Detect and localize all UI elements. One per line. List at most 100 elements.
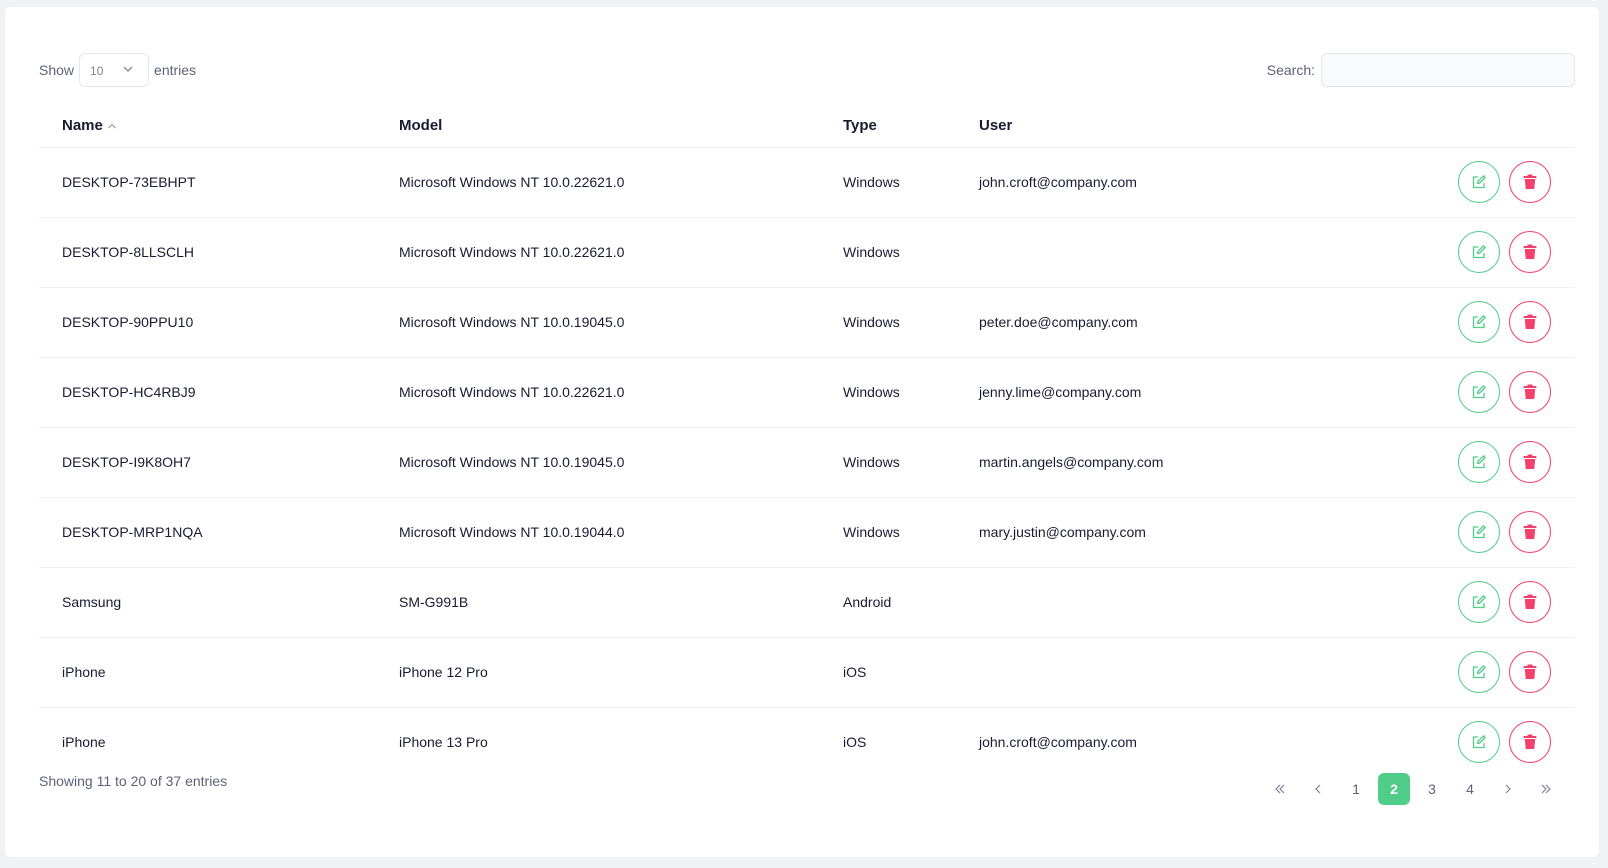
edit-icon bbox=[1472, 595, 1486, 609]
table-row: DESKTOP-I9K8OH7 Microsoft Windows NT 10.0… bbox=[39, 427, 1575, 498]
device-type-cell: Windows bbox=[843, 147, 979, 218]
edit-icon bbox=[1472, 385, 1486, 399]
device-model-cell: iPhone 13 Pro bbox=[399, 734, 488, 751]
double-chevron-left-icon bbox=[1275, 784, 1285, 794]
delete-button[interactable] bbox=[1509, 441, 1551, 483]
device-user-cell bbox=[979, 567, 1399, 638]
page-button-4[interactable]: 4 bbox=[1454, 773, 1486, 805]
device-name-cell: DESKTOP-HC4RBJ9 bbox=[39, 357, 399, 428]
device-name-cell: iPhone bbox=[39, 637, 399, 708]
device-model-cell: Microsoft Windows NT 10.0.22621.0 bbox=[399, 147, 843, 218]
edit-button[interactable] bbox=[1458, 581, 1500, 623]
row-actions bbox=[1399, 637, 1575, 708]
trash-icon bbox=[1523, 524, 1537, 539]
device-name-cell: DESKTOP-73EBHPT bbox=[39, 147, 399, 218]
device-type-cell: Windows bbox=[843, 357, 979, 428]
device-type-cell: Windows bbox=[843, 497, 979, 568]
edit-icon bbox=[1472, 525, 1486, 539]
page-length-value: 10 bbox=[90, 64, 104, 78]
device-user-cell bbox=[979, 637, 1399, 708]
device-type-cell: iOS bbox=[843, 734, 867, 751]
table-row: DESKTOP-90PPU10 Microsoft Windows NT 10.0… bbox=[39, 287, 1575, 358]
trash-icon bbox=[1523, 664, 1537, 679]
delete-button[interactable] bbox=[1509, 651, 1551, 693]
length-prefix: Show bbox=[39, 62, 75, 78]
delete-button[interactable] bbox=[1509, 371, 1551, 413]
edit-icon bbox=[1472, 735, 1486, 749]
column-header-type[interactable]: Type bbox=[843, 105, 979, 148]
table-info: Showing 11 to 20 of 37 entries bbox=[39, 773, 228, 789]
edit-button[interactable] bbox=[1458, 231, 1500, 273]
last-page-button[interactable] bbox=[1530, 773, 1562, 805]
page-length-select[interactable]: 10 bbox=[79, 53, 150, 87]
row-actions bbox=[1399, 707, 1575, 777]
devices-table: Name Model Type User DESKTOP-73EBHPT Micr… bbox=[39, 105, 1575, 777]
column-header-name[interactable]: Name bbox=[39, 105, 399, 148]
device-model-cell: iPhone 12 Pro bbox=[399, 637, 843, 708]
first-page-button[interactable] bbox=[1264, 773, 1296, 805]
row-actions bbox=[1399, 147, 1575, 218]
device-name-cell: Samsung bbox=[39, 567, 399, 638]
delete-button[interactable] bbox=[1509, 301, 1551, 343]
delete-button[interactable] bbox=[1509, 231, 1551, 273]
row-actions bbox=[1399, 497, 1575, 568]
device-model-cell: SM-G991B bbox=[399, 567, 843, 638]
trash-icon bbox=[1523, 454, 1537, 469]
trash-icon bbox=[1523, 594, 1537, 609]
edit-icon bbox=[1472, 245, 1486, 259]
chevron-left-icon bbox=[1315, 784, 1321, 794]
sort-asc-icon bbox=[107, 123, 116, 129]
edit-button[interactable] bbox=[1458, 161, 1500, 203]
device-user-cell: john.croft@company.com bbox=[979, 147, 1399, 218]
chevron-right-icon bbox=[1505, 784, 1511, 794]
device-name-cell: DESKTOP-I9K8OH7 bbox=[39, 427, 399, 498]
edit-icon bbox=[1472, 665, 1486, 679]
devices-card: Show 10 entries Search: Name Model Type … bbox=[5, 7, 1599, 857]
page-button-3[interactable]: 3 bbox=[1416, 773, 1448, 805]
row-actions bbox=[1399, 567, 1575, 638]
edit-button[interactable] bbox=[1458, 721, 1500, 764]
table-row: iPhone iPhone 13 Pro iOS john.croft@company… bbox=[39, 707, 1575, 777]
row-actions bbox=[1399, 287, 1575, 358]
next-page-button[interactable] bbox=[1492, 773, 1524, 805]
device-user-cell: jenny.lime@company.com bbox=[979, 357, 1399, 428]
device-type-cell: iOS bbox=[843, 637, 979, 708]
edit-button[interactable] bbox=[1458, 301, 1500, 343]
delete-button[interactable] bbox=[1509, 721, 1551, 764]
table-row: iPhone iPhone 12 Pro iOS bbox=[39, 637, 1575, 708]
row-actions bbox=[1399, 357, 1575, 428]
device-name-cell: DESKTOP-8LLSCLH bbox=[39, 217, 399, 288]
row-actions bbox=[1399, 217, 1575, 288]
edit-button[interactable] bbox=[1458, 511, 1500, 553]
device-user-cell: martin.angels@company.com bbox=[979, 427, 1399, 498]
device-type-cell: Android bbox=[843, 567, 979, 638]
device-type-cell: Windows bbox=[843, 217, 979, 288]
search-label: Search: bbox=[1266, 62, 1315, 78]
delete-button[interactable] bbox=[1509, 511, 1551, 553]
trash-icon bbox=[1523, 174, 1537, 189]
edit-button[interactable] bbox=[1458, 371, 1500, 413]
device-name-cell: DESKTOP-MRP1NQA bbox=[39, 497, 399, 568]
device-model-cell: Microsoft Windows NT 10.0.19044.0 bbox=[399, 497, 843, 568]
page-button-2[interactable]: 2 bbox=[1378, 773, 1410, 805]
table-row: DESKTOP-73EBHPT Microsoft Windows NT 10.0… bbox=[39, 147, 1575, 218]
device-name-cell: DESKTOP-90PPU10 bbox=[39, 287, 399, 358]
length-menu: Show 10 entries bbox=[39, 53, 196, 87]
page-button-1[interactable]: 1 bbox=[1340, 773, 1372, 805]
edit-button[interactable] bbox=[1458, 651, 1500, 693]
delete-button[interactable] bbox=[1509, 581, 1551, 623]
pagination: 1 2 3 4 bbox=[1258, 773, 1562, 805]
delete-button[interactable] bbox=[1509, 161, 1551, 203]
search-input[interactable] bbox=[1321, 53, 1575, 87]
chevron-down-icon bbox=[123, 66, 133, 72]
trash-icon bbox=[1523, 384, 1537, 399]
column-header-model[interactable]: Model bbox=[399, 105, 843, 148]
trash-icon bbox=[1523, 244, 1537, 259]
table-row: DESKTOP-8LLSCLH Microsoft Windows NT 10.0… bbox=[39, 217, 1575, 288]
trash-icon bbox=[1523, 314, 1537, 329]
device-user-cell bbox=[979, 217, 1399, 288]
search-box: Search: bbox=[1267, 53, 1575, 87]
edit-button[interactable] bbox=[1458, 441, 1500, 483]
previous-page-button[interactable] bbox=[1302, 773, 1334, 805]
column-header-user[interactable]: User bbox=[979, 105, 1399, 148]
